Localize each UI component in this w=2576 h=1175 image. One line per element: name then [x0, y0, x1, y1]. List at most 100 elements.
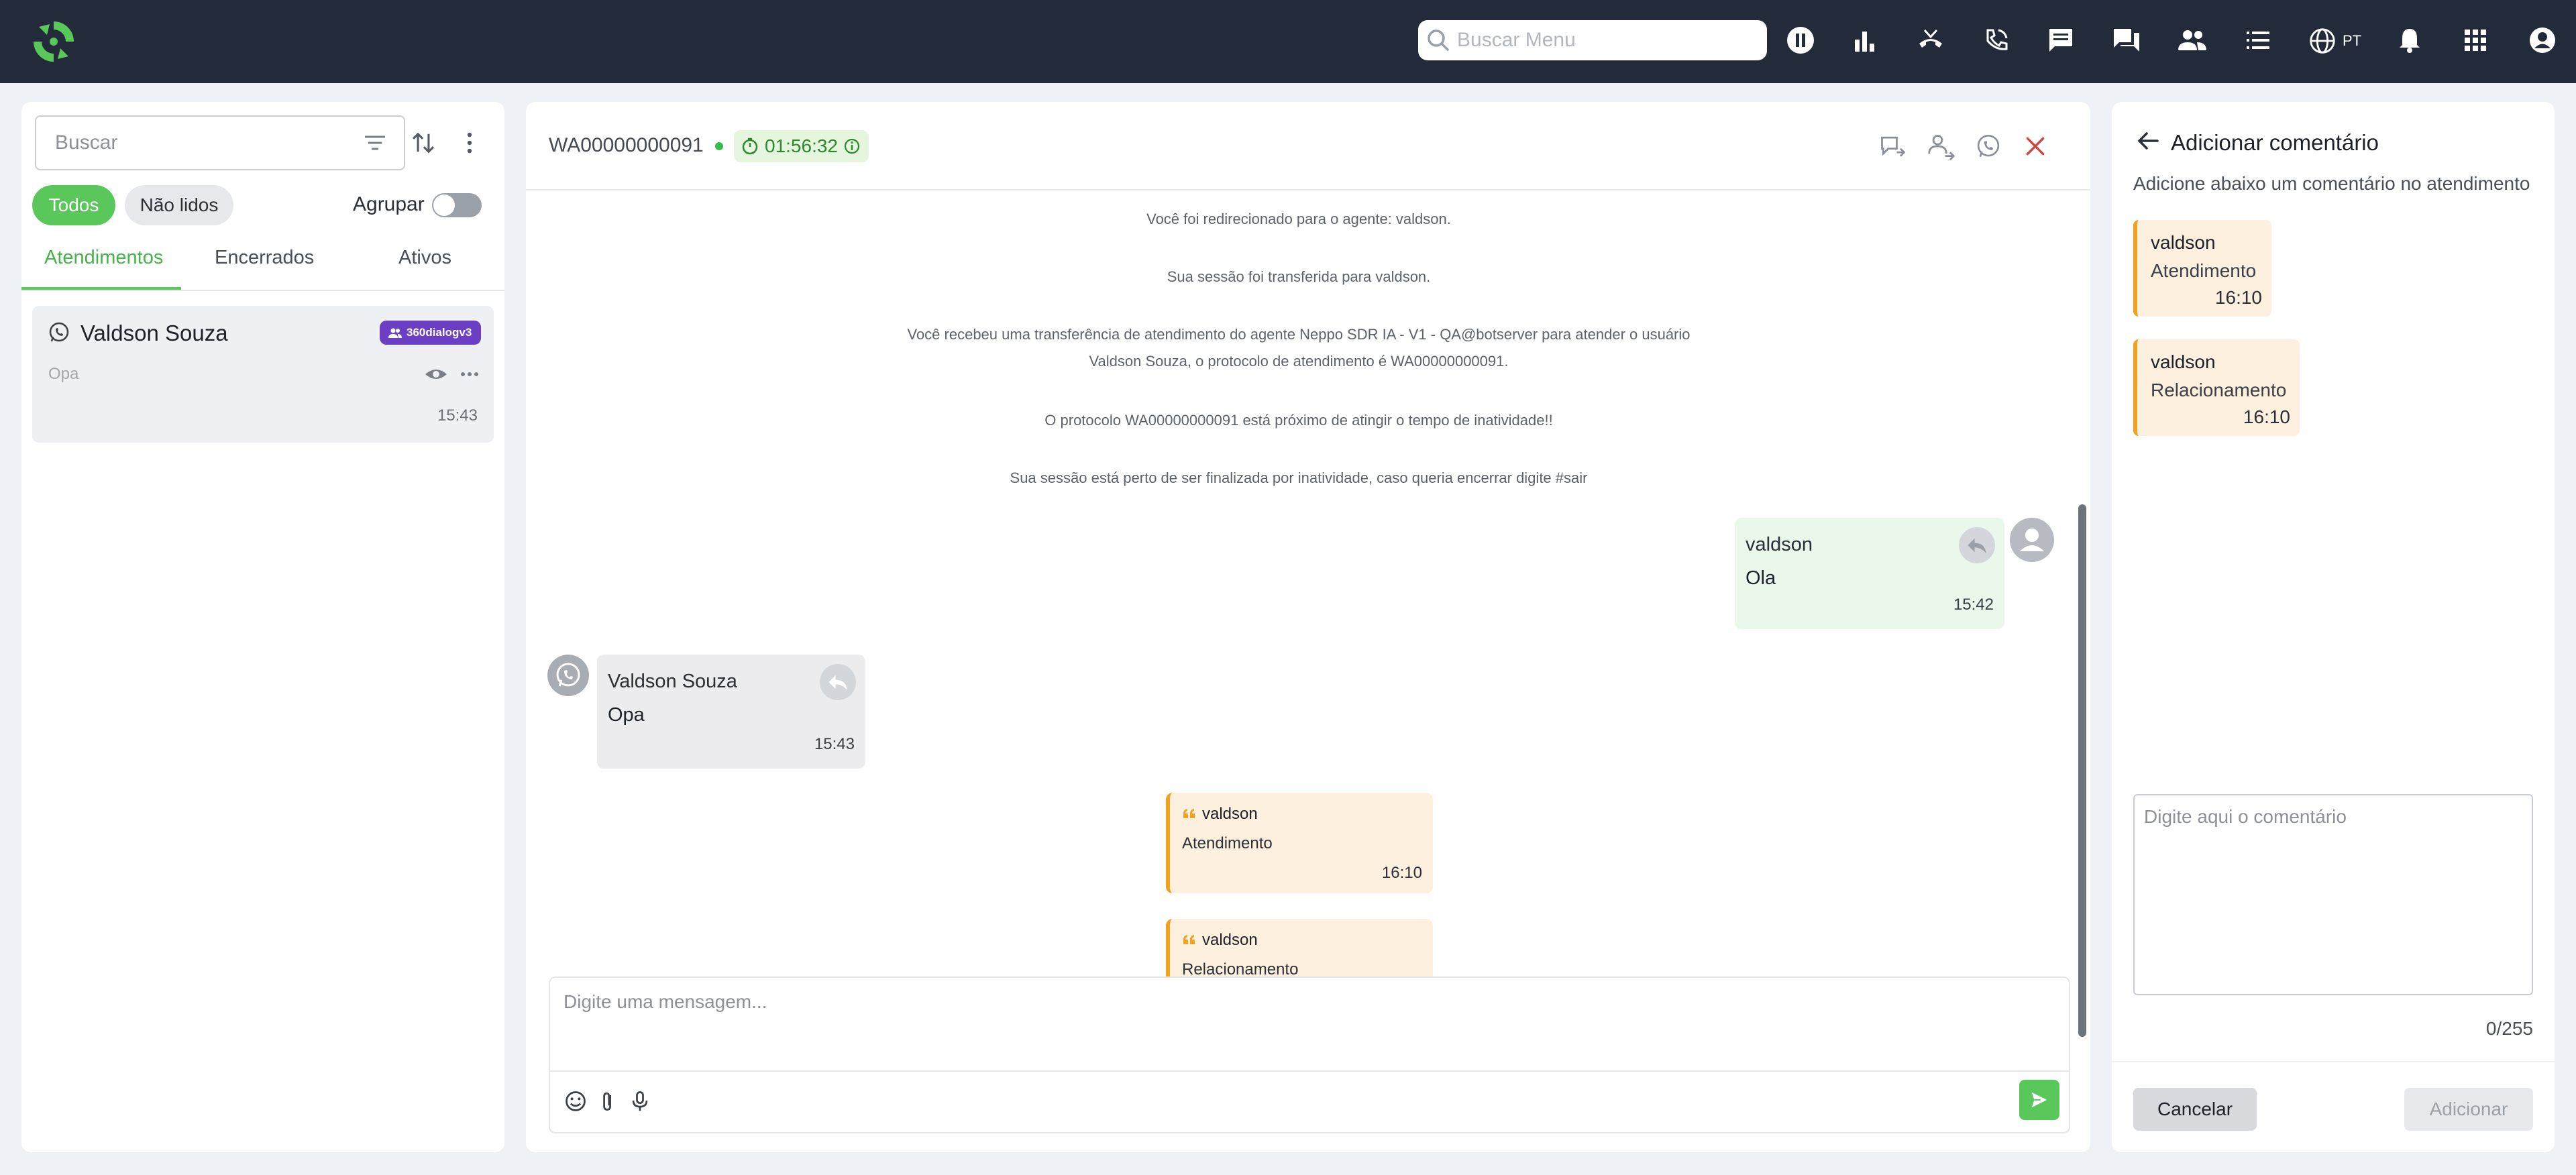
comment-item: valdson Relacionamento 16:10	[2133, 339, 2300, 436]
timer-value: 01:56:32	[765, 135, 838, 156]
conversation-preview: Opa	[48, 365, 79, 383]
eye-icon[interactable]	[424, 362, 448, 386]
internal-note: valdson Atendimento 16:10	[1166, 793, 1433, 893]
chat-header: WA00000000091 01:56:32	[526, 102, 2090, 190]
reply-icon[interactable]	[1959, 527, 1995, 563]
conversation-search[interactable]	[35, 115, 405, 170]
pause-icon[interactable]	[1783, 23, 1818, 58]
quote-icon	[1183, 935, 1195, 944]
phone-call-icon[interactable]	[1979, 23, 2014, 58]
conversation-time: 15:43	[437, 406, 478, 425]
timer-icon	[742, 137, 758, 155]
system-message: Você recebeu uma transferência de atendi…	[907, 326, 1690, 343]
microphone-icon[interactable]	[627, 1088, 653, 1115]
comment-field[interactable]	[2133, 794, 2533, 995]
character-counter: 0/255	[2485, 1018, 2533, 1039]
comment-panel-title: Adicionar comentário	[2171, 130, 2379, 155]
comment-author: valdson	[2151, 232, 2216, 253]
message-author: Valdson Souza	[608, 671, 737, 692]
note-text: Atendimento	[1182, 834, 1273, 852]
conversation-item[interactable]: Valdson Souza 360dialogv3 Opa 15:43	[32, 306, 494, 443]
language-selector[interactable]: PT	[2308, 24, 2361, 58]
group-label: Agrupar	[353, 193, 425, 215]
system-message: Valdson Souza, o protocolo de atendiment…	[1089, 353, 1509, 370]
bell-icon[interactable]	[2392, 23, 2427, 58]
message-time: 15:42	[1953, 596, 1994, 614]
message-author: valdson	[1746, 534, 1813, 555]
note-author: valdson	[1202, 931, 1258, 949]
list-icon[interactable]	[2241, 23, 2275, 58]
active-tab-indicator	[21, 287, 181, 290]
note-time: 16:10	[1381, 864, 1422, 882]
close-icon[interactable]	[2019, 130, 2051, 162]
top-bar: PT	[0, 0, 2576, 83]
composer-divider	[550, 1070, 2070, 1072]
transfer-chat-icon[interactable]	[1877, 130, 1909, 162]
conversation-search-input[interactable]	[55, 117, 337, 169]
comment-text: Atendimento	[2151, 260, 2257, 281]
quote-icon	[1183, 809, 1195, 818]
apps-grid-icon[interactable]	[2458, 23, 2493, 58]
menu-search-input[interactable]	[1457, 20, 1759, 60]
hangup-icon[interactable]	[1913, 23, 1948, 58]
globe-icon	[2310, 28, 2335, 54]
chat-icon[interactable]	[2043, 23, 2078, 58]
more-vertical-icon[interactable]	[456, 126, 483, 160]
tabs-divider	[21, 290, 504, 291]
message-composer	[549, 976, 2070, 1133]
group-icon	[388, 328, 402, 338]
online-status-dot	[715, 142, 723, 150]
filter-unread-chip[interactable]: Não lidos	[125, 185, 233, 225]
chat-scrollbar-thumb[interactable]	[2078, 504, 2086, 1037]
comment-time: 16:10	[2243, 406, 2290, 427]
app-logo-icon[interactable]	[27, 15, 80, 68]
tab-ativos[interactable]: Ativos	[398, 247, 451, 269]
filter-all-chip[interactable]: Todos	[32, 185, 115, 225]
transfer-user-icon[interactable]	[1925, 130, 1957, 162]
channel-badge-label: 360dialogv3	[407, 326, 472, 339]
send-icon	[2031, 1092, 2047, 1108]
agent-message-bubble: valdson Ola 15:42	[1735, 518, 2004, 629]
agent-avatar	[2010, 518, 2054, 562]
people-icon[interactable]	[2175, 23, 2210, 58]
reply-icon[interactable]	[820, 664, 856, 700]
message-input[interactable]	[564, 991, 2053, 1058]
system-message: Sua sessão está perto de ser finalizada …	[1010, 469, 1588, 486]
comment-input[interactable]	[2144, 806, 2520, 981]
send-button[interactable]	[2019, 1080, 2059, 1120]
comment-panel: Adicionar comentário Adicione abaixo um …	[2112, 102, 2555, 1152]
comment-item: valdson Atendimento 16:10	[2133, 220, 2271, 317]
message-text: Opa	[608, 704, 645, 726]
filter-icon[interactable]	[361, 129, 389, 157]
cancel-button[interactable]: Cancelar	[2133, 1088, 2257, 1131]
client-avatar	[547, 655, 589, 696]
more-horizontal-icon[interactable]	[458, 362, 482, 386]
language-label: PT	[2343, 32, 2362, 49]
note-author: valdson	[1202, 805, 1258, 823]
comment-author: valdson	[2151, 351, 2216, 372]
conversation-name: Valdson Souza	[80, 321, 228, 345]
message-time: 15:43	[814, 735, 855, 753]
bar-chart-icon[interactable]	[1847, 23, 1882, 58]
protocol-number: WA00000000091	[549, 134, 704, 156]
toggle-knob	[433, 194, 455, 216]
tab-encerrados[interactable]: Encerrados	[215, 247, 314, 269]
menu-search[interactable]	[1418, 20, 1767, 60]
back-arrow-icon[interactable]	[2135, 127, 2161, 154]
message-text: Ola	[1746, 567, 1776, 589]
whatsapp-icon	[556, 663, 580, 687]
add-comment-button[interactable]: Adicionar	[2404, 1088, 2533, 1131]
attachment-icon[interactable]	[594, 1088, 621, 1115]
account-icon[interactable]	[2525, 23, 2560, 58]
info-icon[interactable]	[843, 137, 861, 155]
client-message-bubble: Valdson Souza Opa 15:43	[597, 655, 865, 769]
session-timer: 01:56:32	[734, 130, 869, 162]
system-message: Sua sessão foi transferida para valdson.	[1167, 268, 1431, 285]
channel-badge: 360dialogv3	[380, 321, 482, 345]
emoji-icon[interactable]	[562, 1088, 589, 1115]
chats-icon[interactable]	[2109, 23, 2144, 58]
group-toggle[interactable]	[432, 193, 482, 217]
whatsapp-icon[interactable]	[1972, 130, 2004, 162]
sort-icon[interactable]	[407, 126, 440, 160]
tab-atendimentos[interactable]: Atendimentos	[44, 247, 163, 269]
